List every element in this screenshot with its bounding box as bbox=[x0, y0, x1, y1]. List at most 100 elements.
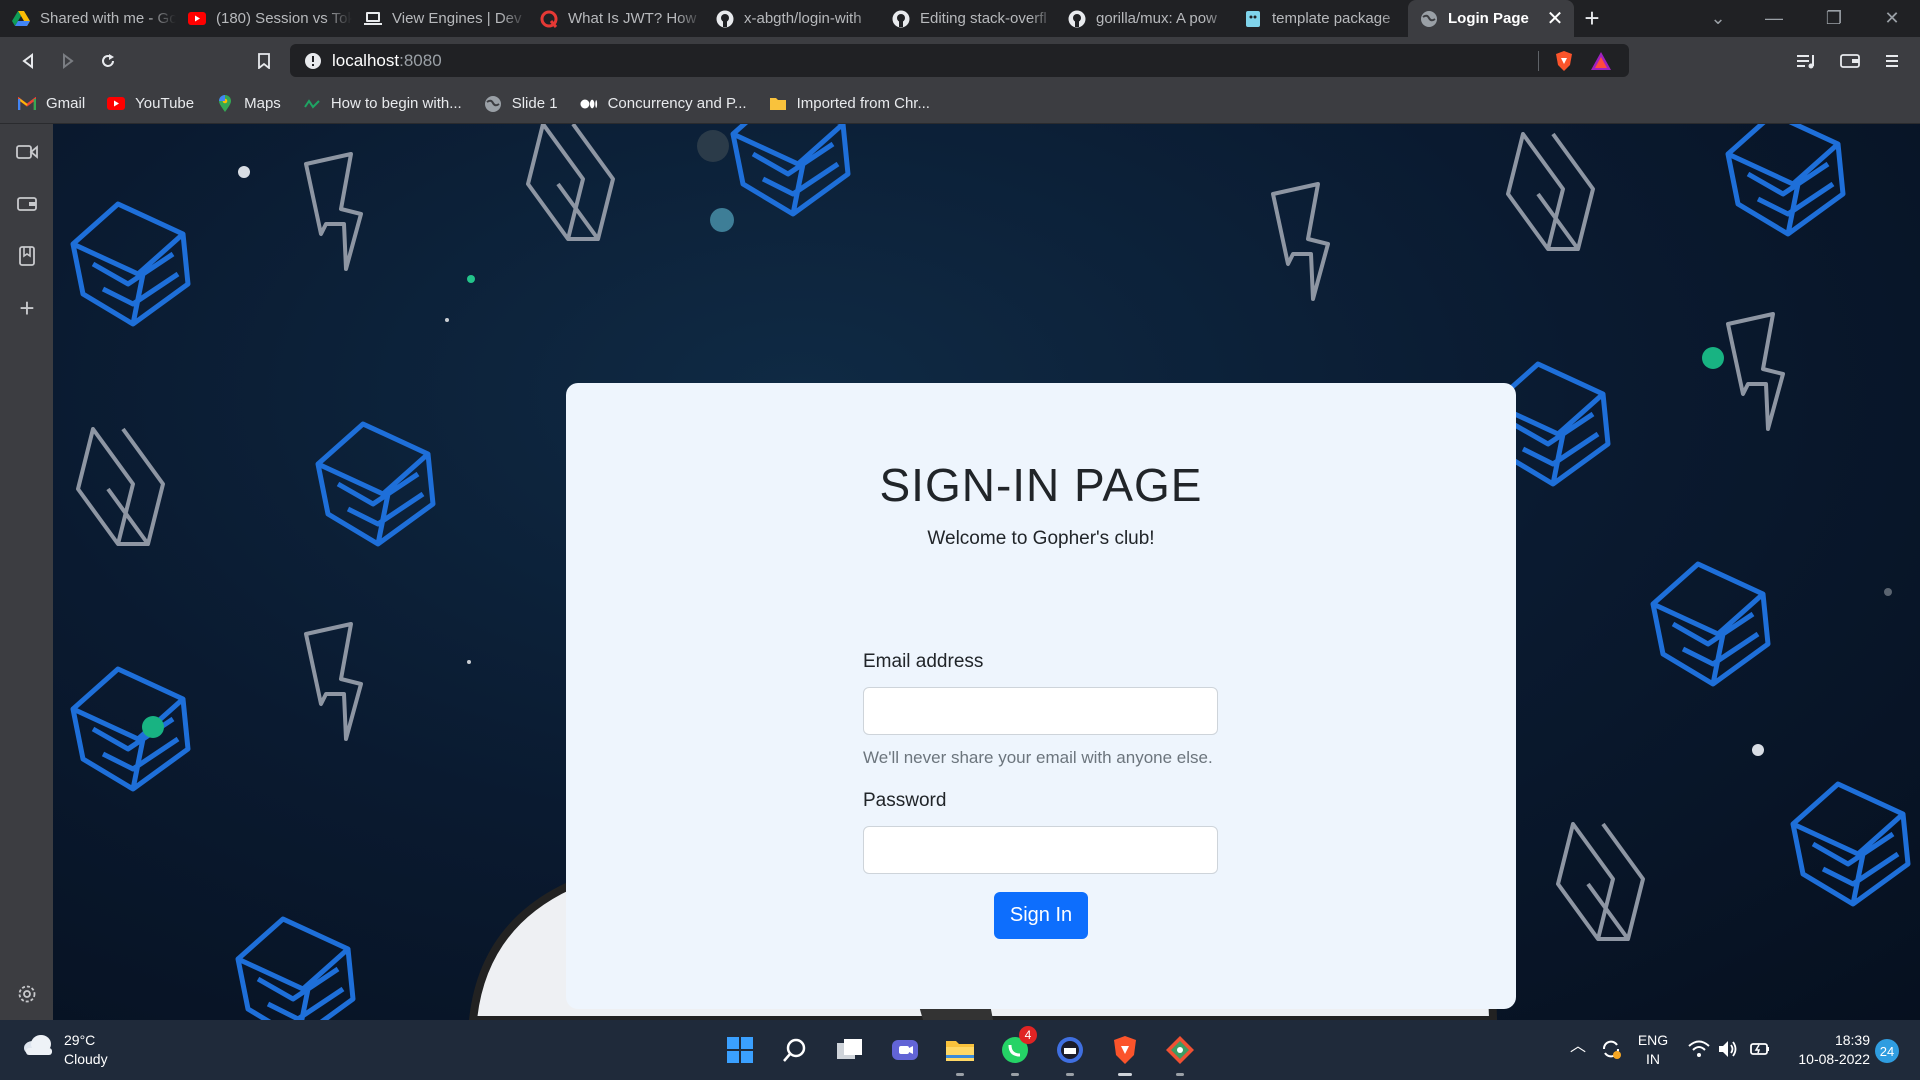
bg-dot bbox=[445, 318, 449, 322]
bookmark-youtube[interactable]: YouTube bbox=[107, 95, 194, 113]
bookmark-concurrency[interactable]: Concurrency and P... bbox=[580, 95, 747, 113]
restore-button[interactable]: ❐ bbox=[1806, 0, 1862, 37]
git-client-icon[interactable] bbox=[1160, 1030, 1200, 1076]
welcome-subtitle: Welcome to Gopher's club! bbox=[927, 528, 1155, 549]
clock-date[interactable]: 10-08-2022 bbox=[1784, 1050, 1870, 1069]
tab-youtube-session[interactable]: (180) Session vs Tok bbox=[176, 0, 352, 37]
bookmark-how-to-begin[interactable]: How to begin with... bbox=[303, 95, 462, 113]
page-title: SIGN-IN PAGE bbox=[879, 459, 1203, 511]
tab-google-drive[interactable]: Shared with me - Go bbox=[0, 0, 176, 37]
bg-dot bbox=[1702, 347, 1724, 369]
menu-icon[interactable] bbox=[1872, 41, 1912, 81]
bookmark-maps[interactable]: Maps bbox=[216, 94, 281, 113]
minimize-button[interactable]: — bbox=[1746, 0, 1802, 37]
link-icon bbox=[303, 95, 321, 113]
bg-shape bbox=[318, 424, 433, 544]
brave-shields-icon[interactable] bbox=[1554, 50, 1574, 77]
search-icon[interactable] bbox=[775, 1030, 815, 1070]
language-top[interactable]: ENG bbox=[1636, 1031, 1670, 1050]
windows-taskbar: 29°C Cloudy 4 ︿ ENG IN 18:39 10-08-2022 … bbox=[0, 1020, 1920, 1080]
task-view-icon[interactable] bbox=[830, 1030, 870, 1070]
password-field[interactable] bbox=[863, 826, 1218, 874]
bookmark-slide-1[interactable]: Slide 1 bbox=[484, 95, 558, 113]
bg-dot bbox=[1752, 744, 1764, 756]
back-button[interactable] bbox=[8, 41, 48, 81]
tab-view-engines[interactable]: View Engines | Dev bbox=[352, 0, 528, 37]
wifi-icon[interactable] bbox=[1688, 1040, 1710, 1063]
tab-jwt-quora[interactable]: What Is JWT? How bbox=[528, 0, 704, 37]
close-tab-icon[interactable]: ✕ bbox=[1544, 6, 1566, 31]
address-bar[interactable]: localhost:8080 bbox=[290, 44, 1629, 77]
weather-desc[interactable]: Cloudy bbox=[64, 1050, 108, 1069]
wallet-icon[interactable] bbox=[1830, 41, 1870, 81]
reload-button[interactable] bbox=[88, 41, 128, 81]
browser-sidebar: + bbox=[0, 124, 53, 1020]
playlist-icon[interactable] bbox=[1786, 41, 1826, 81]
add-sidebar-item-button[interactable]: + bbox=[13, 293, 41, 323]
bookmark-label: Slide 1 bbox=[511, 95, 558, 112]
brave-rewards-icon[interactable] bbox=[1590, 51, 1612, 76]
bg-shape bbox=[1653, 564, 1768, 684]
whatsapp-icon[interactable]: 4 bbox=[995, 1026, 1037, 1076]
forward-button[interactable] bbox=[48, 41, 88, 81]
github-icon bbox=[716, 10, 734, 28]
clock-time[interactable]: 18:39 bbox=[1784, 1031, 1870, 1050]
site-info-icon[interactable] bbox=[304, 52, 322, 70]
goland-icon[interactable] bbox=[1050, 1030, 1090, 1076]
email-label: Email address bbox=[863, 651, 984, 672]
bookmark-gmail[interactable]: Gmail bbox=[18, 95, 85, 113]
bookmark-label: Maps bbox=[244, 95, 281, 112]
folder-icon bbox=[769, 95, 787, 113]
wallet-icon[interactable] bbox=[13, 190, 41, 218]
running-indicator bbox=[956, 1073, 964, 1076]
email-help-text: We'll never share your email with anyone… bbox=[863, 748, 1213, 767]
language-bottom[interactable]: IN bbox=[1636, 1050, 1670, 1069]
bookmark-imported-folder[interactable]: Imported from Chr... bbox=[769, 95, 930, 113]
globe-icon bbox=[484, 95, 502, 113]
tab-github-mux[interactable]: gorilla/mux: A pow bbox=[1056, 0, 1232, 37]
show-hidden-icons-chevron-icon[interactable]: ︿ bbox=[1570, 1037, 1586, 1056]
bg-shape bbox=[1793, 784, 1908, 904]
tab-title: template package bbox=[1272, 10, 1391, 27]
volume-icon[interactable] bbox=[1718, 1040, 1738, 1063]
sync-icon[interactable] bbox=[1600, 1038, 1622, 1065]
weather-temp[interactable]: 29°C bbox=[64, 1031, 95, 1050]
bg-dot bbox=[142, 716, 164, 738]
bg-dot bbox=[710, 208, 734, 232]
new-tab-button[interactable]: + bbox=[1574, 3, 1610, 34]
bg-shape bbox=[73, 204, 188, 324]
bg-shape bbox=[526, 124, 615, 241]
sign-in-button[interactable]: Sign In bbox=[994, 892, 1088, 939]
reading-list-icon[interactable] bbox=[13, 242, 41, 270]
youtube-icon bbox=[188, 10, 206, 28]
tab-login-page[interactable]: Login Page ✕ bbox=[1408, 0, 1574, 37]
github-icon bbox=[1068, 10, 1086, 28]
quora-icon bbox=[540, 10, 558, 28]
whatsapp-badge: 4 bbox=[1019, 1026, 1037, 1044]
file-explorer-icon[interactable] bbox=[940, 1030, 980, 1076]
tab-title: gorilla/mux: A pow bbox=[1096, 10, 1217, 27]
teams-chat-icon[interactable] bbox=[885, 1030, 925, 1070]
close-window-button[interactable]: ✕ bbox=[1864, 0, 1920, 37]
browser-toolbar: localhost:8080 bbox=[0, 37, 1920, 84]
brave-browser-icon[interactable] bbox=[1105, 1030, 1145, 1076]
tab-template-package[interactable]: template package bbox=[1232, 0, 1408, 37]
tab-github-login[interactable]: x-abgth/login-with bbox=[704, 0, 880, 37]
weather-cloud-icon[interactable] bbox=[22, 1034, 54, 1061]
email-field[interactable] bbox=[863, 687, 1218, 735]
bg-dot bbox=[238, 166, 250, 178]
tab-github-stackoverflow[interactable]: Editing stack-overfl bbox=[880, 0, 1056, 37]
gmail-icon bbox=[18, 95, 36, 113]
bookmark-button[interactable] bbox=[244, 41, 284, 81]
web-page: SIGN-IN PAGE Welcome to Gopher's club! E… bbox=[53, 124, 1920, 1020]
battery-icon[interactable] bbox=[1748, 1041, 1770, 1062]
video-call-icon[interactable] bbox=[13, 138, 41, 166]
notification-badge[interactable]: 24 bbox=[1875, 1039, 1899, 1063]
settings-gear-icon[interactable] bbox=[13, 980, 41, 1008]
windows-start-icon[interactable] bbox=[720, 1030, 760, 1070]
tab-search-icon[interactable]: ⌄ bbox=[1690, 0, 1746, 37]
tab-title: Shared with me - Go bbox=[40, 10, 176, 27]
bookmark-label: YouTube bbox=[135, 95, 195, 112]
bg-dot bbox=[1884, 588, 1892, 596]
bg-shape bbox=[304, 152, 363, 271]
